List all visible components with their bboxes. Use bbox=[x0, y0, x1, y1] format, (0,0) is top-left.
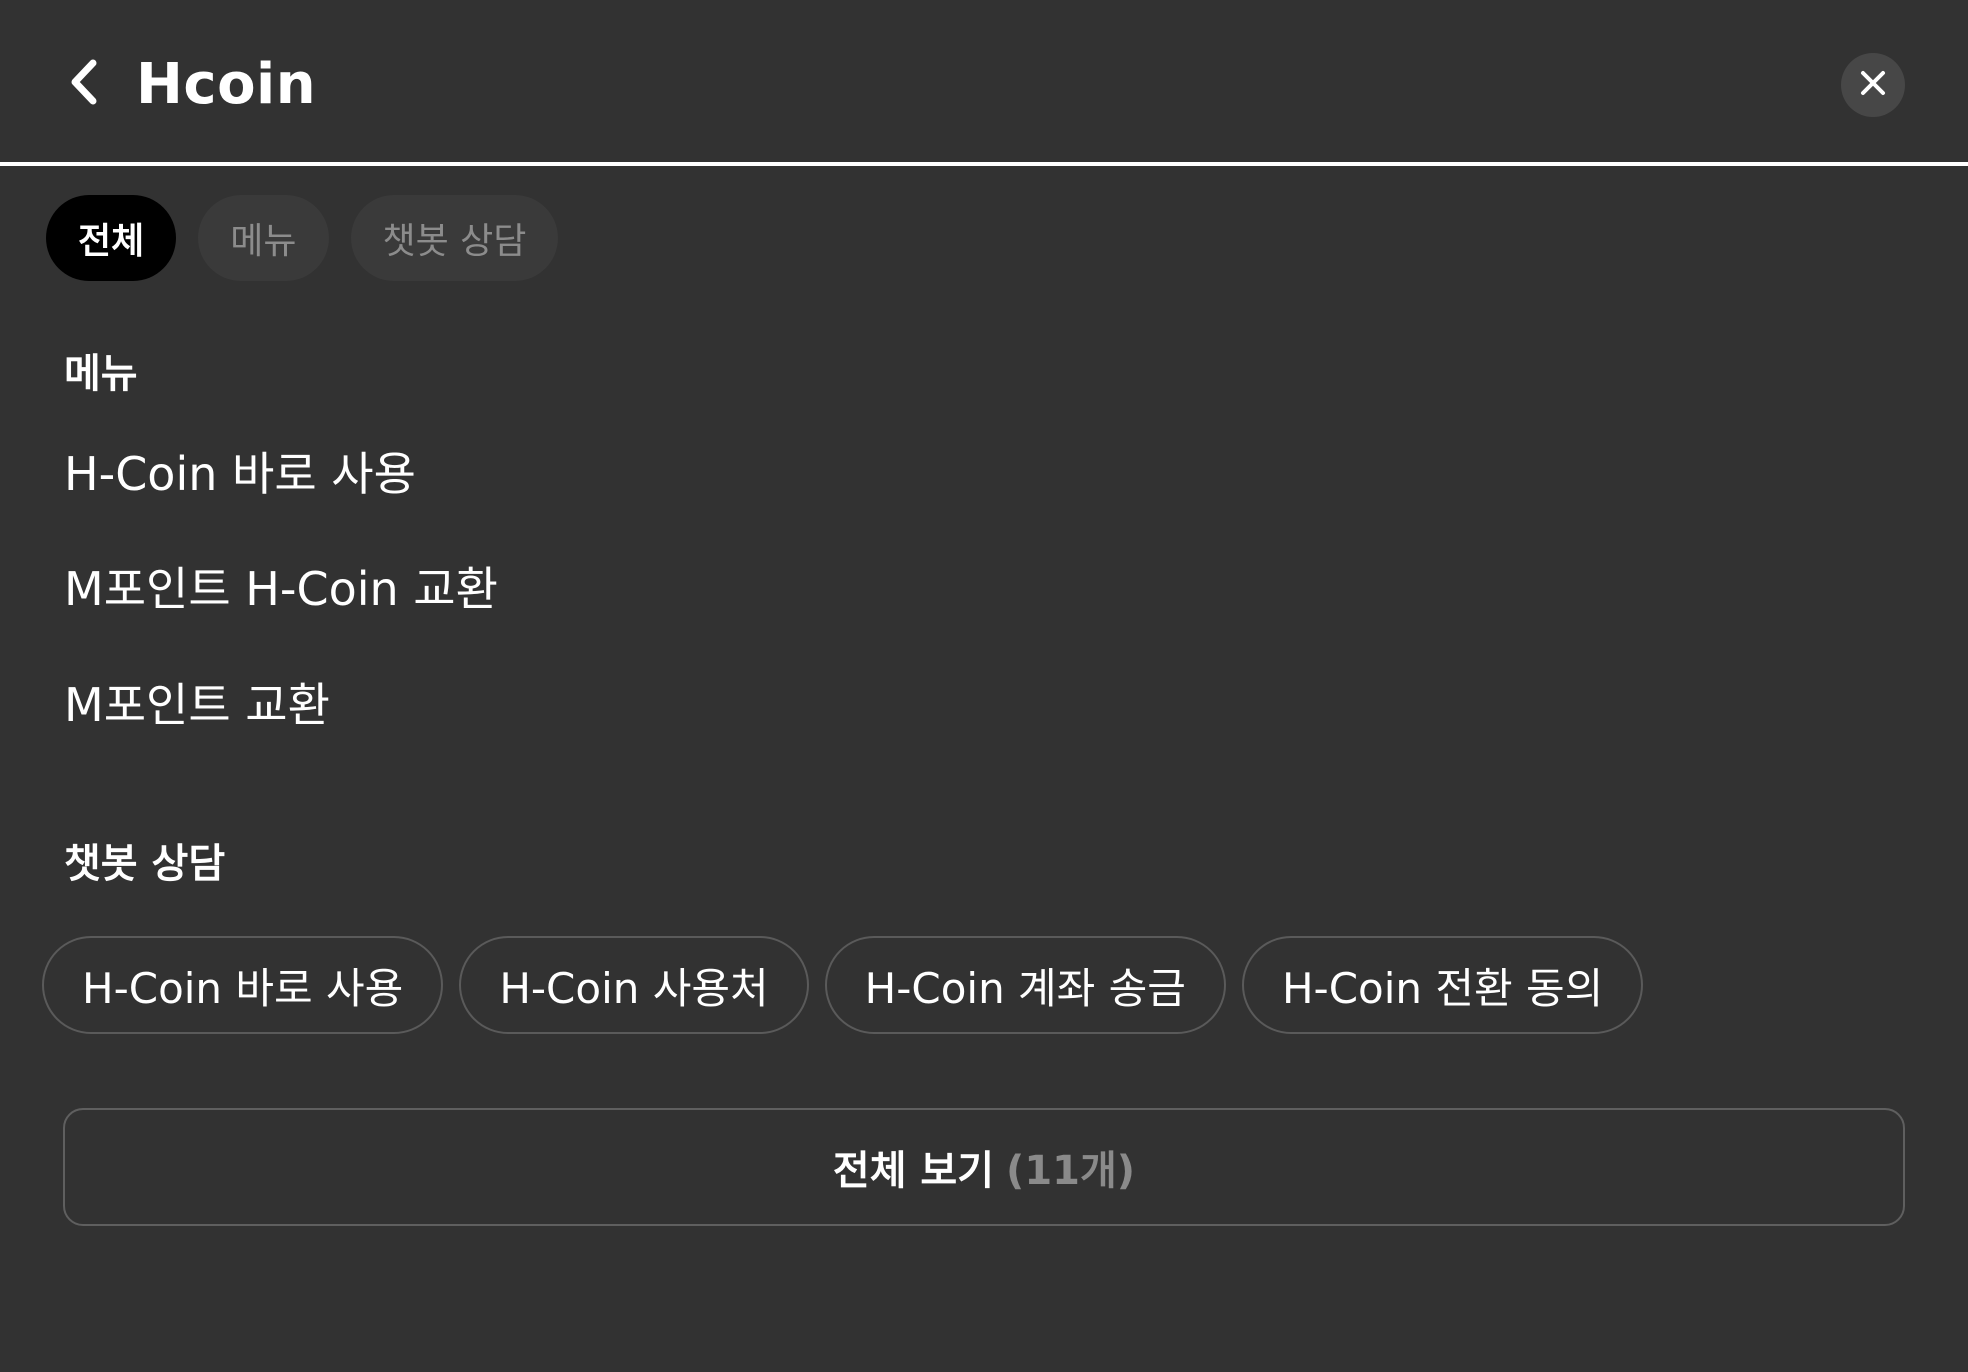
menu-item-hcoin-direct-use[interactable]: H-Coin 바로 사용 bbox=[64, 444, 416, 504]
close-button[interactable] bbox=[1841, 53, 1905, 117]
chatbot-chips: H-Coin 바로 사용 H-Coin 사용처 H-Coin 계좌 송금 H-C… bbox=[42, 936, 1644, 1034]
header: Hcoin bbox=[0, 0, 1968, 166]
menu-item-mpoint-hcoin-exchange[interactable]: M포인트 H-Coin 교환 bbox=[64, 559, 498, 619]
chip-hcoin-usage-places[interactable]: H-Coin 사용처 bbox=[459, 936, 809, 1034]
view-all-count: (11개) bbox=[1006, 1148, 1136, 1194]
close-icon bbox=[1860, 70, 1886, 100]
chatbot-section-title: 챗봇 상담 bbox=[64, 841, 226, 887]
view-all-label: 전체 보기 bbox=[832, 1148, 995, 1194]
chevron-left-icon bbox=[67, 59, 101, 109]
menu-section-title: 메뉴 bbox=[64, 351, 138, 397]
page-title: Hcoin bbox=[136, 52, 317, 117]
chip-hcoin-direct-use[interactable]: H-Coin 바로 사용 bbox=[42, 936, 444, 1034]
tab-chatbot[interactable]: 챗봇 상담 bbox=[350, 195, 559, 281]
tab-all[interactable]: 전체 bbox=[46, 195, 177, 281]
chip-hcoin-account-transfer[interactable]: H-Coin 계좌 송금 bbox=[824, 936, 1226, 1034]
tab-menu[interactable]: 메뉴 bbox=[198, 195, 329, 281]
search-panel: Hcoin 전체 메뉴 챗봇 상담 메뉴 H-Coin 바로 사용 M포인트 H… bbox=[0, 0, 1968, 1372]
filter-tabs: 전체 메뉴 챗봇 상담 bbox=[46, 195, 559, 281]
menu-item-mpoint-exchange[interactable]: M포인트 교환 bbox=[64, 675, 330, 735]
view-all-button[interactable]: 전체 보기 (11개) bbox=[63, 1108, 1905, 1226]
chip-hcoin-conversion-consent[interactable]: H-Coin 전환 동의 bbox=[1241, 936, 1644, 1034]
back-button[interactable] bbox=[56, 56, 112, 112]
